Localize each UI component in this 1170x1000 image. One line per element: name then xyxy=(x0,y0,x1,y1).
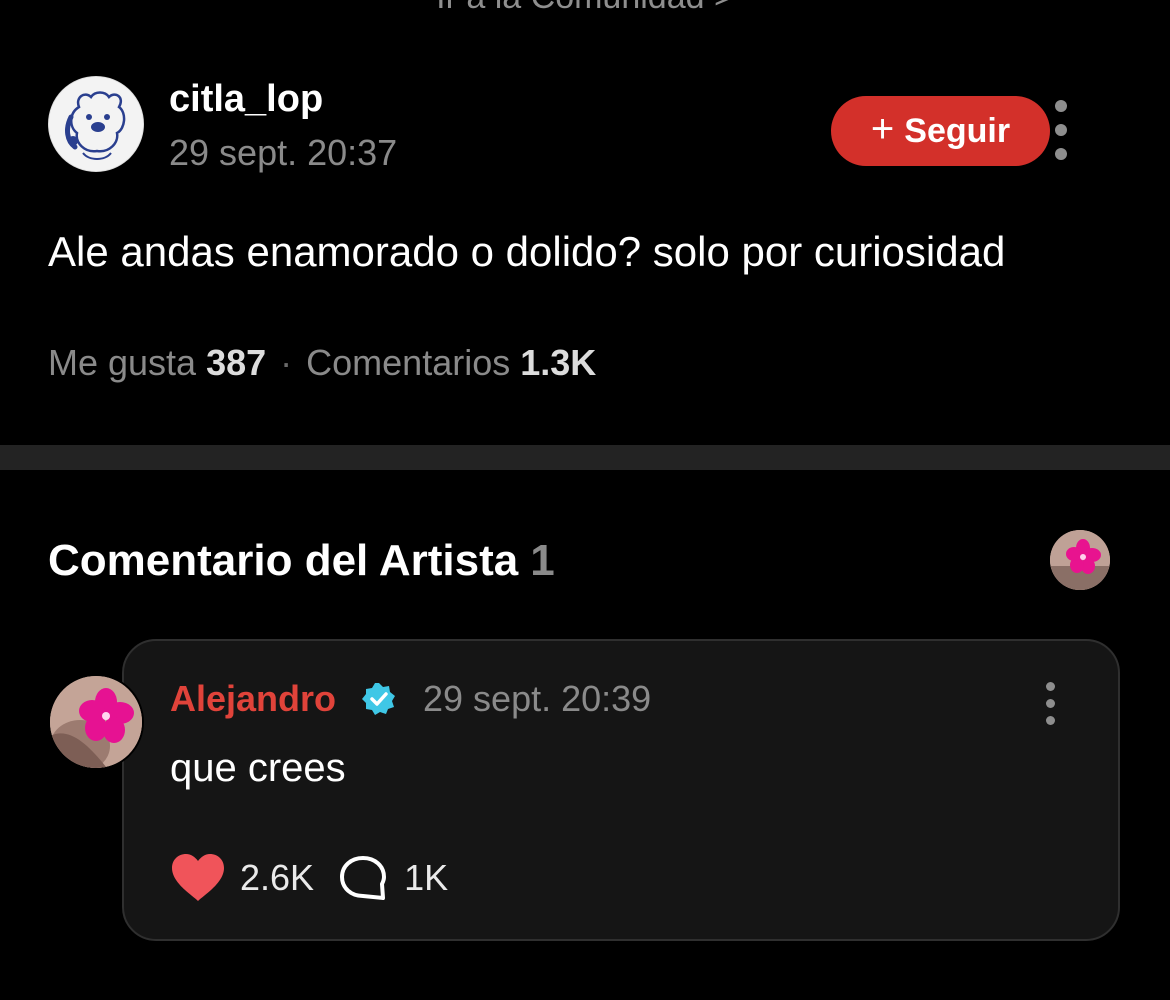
comment-reactions: 2.6K 1K xyxy=(170,852,448,904)
comment-likes-count: 2.6K xyxy=(240,857,315,898)
post-username[interactable]: citla_lop xyxy=(169,78,323,121)
speech-bubble-icon[interactable] xyxy=(338,854,388,902)
verified-badge-icon xyxy=(362,683,395,715)
flower-photo-icon xyxy=(1050,530,1110,590)
section-title-text: Comentario del Artista xyxy=(48,536,519,585)
comment-timestamp: 29 sept. 20:39 xyxy=(423,678,652,719)
comments-count: 1.3K xyxy=(520,342,597,383)
comment-text: que crees xyxy=(170,746,346,790)
bear-sticker-icon xyxy=(49,77,143,171)
comment-author[interactable]: Alejandro xyxy=(170,678,336,720)
post-header: citla_lop 29 sept. 20:37 + Seguir xyxy=(48,76,1122,174)
user-avatar[interactable] xyxy=(48,76,144,172)
plus-icon: + xyxy=(870,107,895,151)
section-count: 1 xyxy=(530,536,555,585)
community-link[interactable]: Ir a la Comunidad > xyxy=(0,0,1170,17)
follow-button[interactable]: + Seguir xyxy=(831,96,1050,166)
comment-replies-count: 1K xyxy=(404,857,449,898)
follow-button-label: Seguir xyxy=(904,111,1011,150)
heart-icon[interactable] xyxy=(170,853,226,903)
post-stats: Me gusta 387 · Comentarios 1.3K xyxy=(48,342,596,384)
comment-more-icon[interactable] xyxy=(1039,682,1061,725)
comments-label[interactable]: Comentarios xyxy=(306,342,510,383)
flower-photo-icon xyxy=(50,676,142,768)
post-text: Ale andas enamorado o dolido? solo por c… xyxy=(48,228,1006,275)
artist-comment-section-title: Comentario del Artista 1 xyxy=(48,536,555,586)
section-divider xyxy=(0,445,1170,470)
artist-avatar[interactable] xyxy=(48,674,144,770)
post-more-icon[interactable] xyxy=(1050,100,1072,160)
likes-label[interactable]: Me gusta xyxy=(48,342,196,383)
likes-count: 387 xyxy=(206,342,267,383)
post-timestamp: 29 sept. 20:37 xyxy=(169,132,398,173)
artist-avatar-small[interactable] xyxy=(1050,530,1110,590)
stats-separator: · xyxy=(280,342,293,383)
